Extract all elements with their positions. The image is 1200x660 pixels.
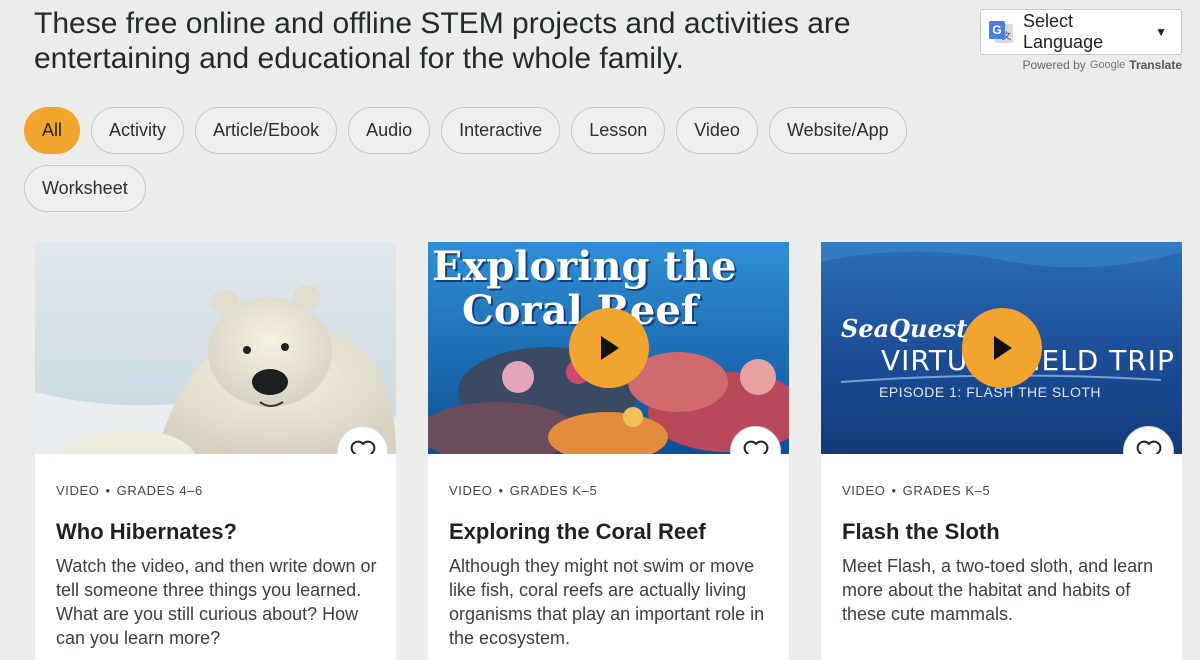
filter-website-app[interactable]: Website/App [768,107,907,154]
translate-link[interactable]: Translate [1129,58,1182,72]
powered-by: Powered by Google Translate [1022,58,1182,72]
card-type: VIDEO [56,483,100,498]
card-title[interactable]: Flash the Sloth [842,519,1000,545]
card-grades: GRADES K–5 [902,483,991,498]
card-title[interactable]: Who Hibernates? [56,519,237,545]
filter-interactive[interactable]: Interactive [441,107,561,154]
language-select-label: Select Language [1023,11,1104,52]
resource-card[interactable]: Exploring the Coral Reef VIDEO • GRADES K–… [428,242,789,660]
filter-video[interactable]: Video [676,107,758,154]
polar-bear-image [35,242,396,454]
resource-card[interactable]: VIDEO • GRADES 4–6 Who Hibernates? Watch t… [35,242,396,660]
card-title[interactable]: Exploring the Coral Reef [449,519,706,545]
google-logo: Google [1089,59,1126,71]
play-button[interactable] [961,308,1042,388]
card-description: Meet Flash, a two-toed sloth, and learn … [842,556,1154,624]
card-type: VIDEO [842,483,886,498]
heart-outline-icon [1136,440,1161,454]
caret-down-icon: ▼ [1155,25,1167,39]
resource-card[interactable]: SeaQuest VIRTUAL FIELD TRIP EPISODE 1: F… [821,242,1182,660]
filter-article-ebook[interactable]: Article/Ebook [195,107,338,154]
seaquest-logo: SeaQuest [841,314,968,343]
filter-all[interactable]: All [24,107,81,154]
card-meta: VIDEO • GRADES K–5 [842,483,991,498]
card-grades: GRADES K–5 [509,483,598,498]
play-icon [600,336,619,360]
filter-activity[interactable]: Activity [91,107,185,154]
card-thumbnail[interactable] [35,242,396,454]
heart-outline-icon [350,440,375,454]
card-description: Although they might not swim or move lik… [449,556,765,648]
filter-audio[interactable]: Audio [348,107,431,154]
filter-lesson[interactable]: Lesson [571,107,666,154]
video-title-overlay: Exploring the [432,243,737,290]
filter-worksheet[interactable]: Worksheet [24,165,146,212]
card-grades: GRADES 4–6 [116,483,203,498]
heart-outline-icon [743,440,768,454]
card-meta: VIDEO • GRADES K–5 [449,483,598,498]
page-intro: These free online and offline STEM proje… [34,7,851,75]
play-icon [993,336,1012,360]
card-thumbnail[interactable]: SeaQuest VIRTUAL FIELD TRIP EPISODE 1: F… [821,242,1182,454]
filter-bar: All Activity Article/Ebook Audio Interac… [24,107,924,212]
google-translate-icon: 文 G [989,21,1013,43]
card-meta: VIDEO • GRADES 4–6 [56,483,203,498]
play-button[interactable] [568,308,649,388]
language-select[interactable]: 文 G Select Language ▼ [980,9,1182,55]
card-description: Watch the video, and then write down or … [56,556,377,648]
card-thumbnail[interactable]: Exploring the Coral Reef [428,242,789,454]
card-type: VIDEO [449,483,493,498]
powered-by-label: Powered by [1022,58,1086,72]
